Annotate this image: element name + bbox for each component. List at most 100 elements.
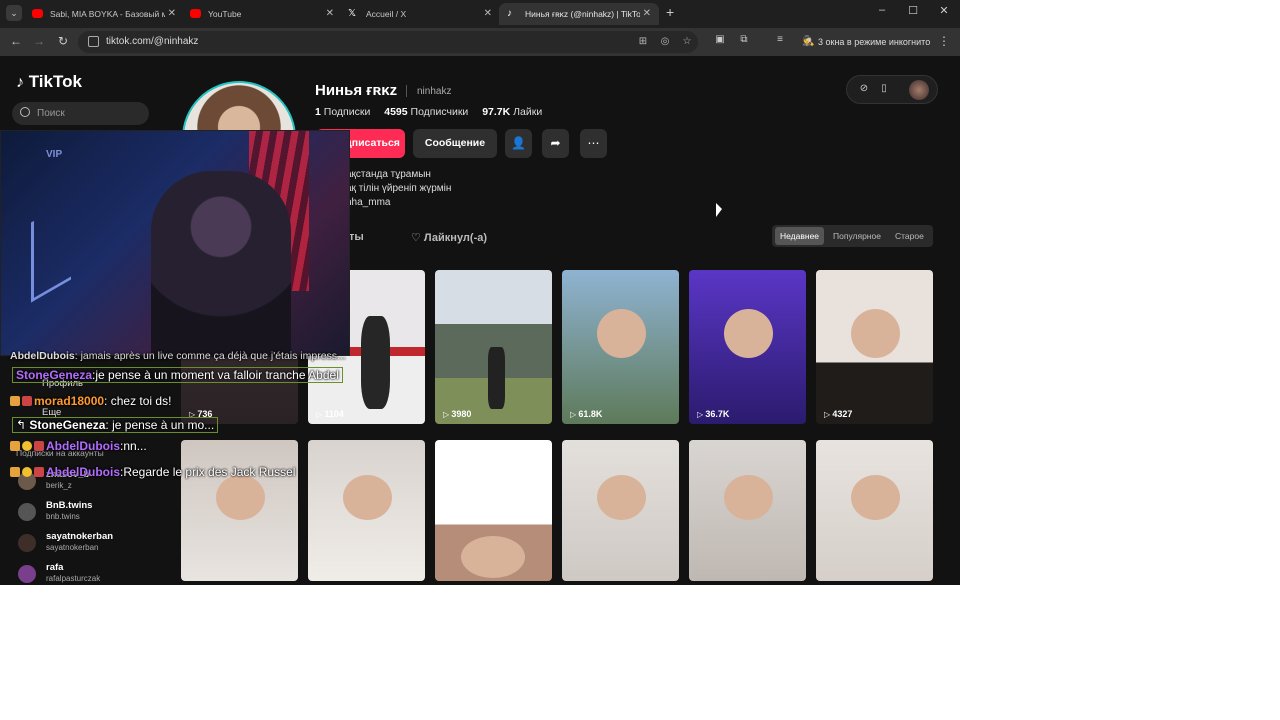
- maximize-button[interactable]: ☐: [903, 4, 923, 17]
- youtube-icon: [32, 9, 43, 18]
- bio-line: ақ тілін үйреніп жүрмін: [346, 183, 452, 194]
- divider: [406, 85, 407, 97]
- bookmark-star-icon[interactable]: ☆: [680, 36, 694, 47]
- heart-badge-icon: [34, 467, 44, 477]
- video-preview: [216, 475, 266, 521]
- video-preview: [724, 308, 774, 358]
- video-preview: [851, 475, 901, 521]
- sort-recent[interactable]: Недавнее: [775, 227, 825, 245]
- chat-message: AbdelDubois: jamais après un live comme …: [10, 350, 346, 362]
- incognito-indicator[interactable]: 3 окна в режиме инкогнито: [800, 32, 930, 52]
- bio-line: ақстанда тұрамын: [346, 169, 431, 180]
- close-icon[interactable]: ✕: [484, 3, 492, 25]
- puzzle-icon[interactable]: ⧉: [736, 34, 752, 45]
- sort-oldest[interactable]: Старое: [890, 227, 929, 245]
- video-thumbnail[interactable]: 4327: [816, 270, 933, 424]
- tab-title: YouTube: [208, 9, 242, 19]
- video-thumbnail[interactable]: 61.8K: [562, 270, 679, 424]
- video-preview: [343, 475, 393, 521]
- video-thumbnail[interactable]: [562, 440, 679, 581]
- video-preview: [597, 475, 647, 521]
- video-thumbnail[interactable]: [181, 440, 298, 581]
- account-handle: rafalpasturczak: [46, 574, 101, 583]
- reading-list-icon[interactable]: ≡: [772, 34, 788, 45]
- sort-popular[interactable]: Популярное: [828, 227, 886, 245]
- back-icon[interactable]: ←: [8, 34, 24, 48]
- url-text[interactable]: tiktok.com/@ninhakz: [106, 31, 198, 53]
- video-thumbnail[interactable]: [308, 440, 425, 581]
- crown-badge-icon: [10, 396, 20, 406]
- tab-youtube[interactable]: YouTube ✕: [182, 3, 342, 25]
- video-thumbnail[interactable]: 3980: [435, 270, 552, 424]
- extension-icon[interactable]: ▣: [712, 34, 728, 45]
- tab-x[interactable]: 𝕏 Accueil / X ✕: [340, 3, 500, 25]
- minimize-button[interactable]: –: [872, 4, 892, 16]
- device-icon[interactable]: ▯: [877, 83, 891, 94]
- tab-liked[interactable]: ♡ Лайкнул(-а): [411, 231, 487, 244]
- site-info-icon[interactable]: [88, 36, 99, 47]
- close-icon[interactable]: ✕: [326, 3, 334, 25]
- user-avatar[interactable]: [909, 80, 929, 100]
- tab-title: Sabi, MIA BOYKA - Базовый м: [50, 9, 165, 19]
- following-stat[interactable]: 1 Подписки: [315, 106, 370, 118]
- x-logo-icon: 𝕏: [348, 8, 357, 19]
- chat-message: AbdelDubois:Regarde le prix des Jack Rus…: [10, 465, 295, 479]
- video-thumbnail[interactable]: [689, 440, 806, 581]
- sidebar-account[interactable]: sayatnokerban sayatnokerban: [16, 531, 176, 557]
- more-options-icon[interactable]: ⋯: [580, 129, 607, 158]
- tracking-eye-icon[interactable]: ◎: [658, 36, 672, 47]
- chat-user: morad18000: [34, 394, 105, 408]
- add-friend-icon[interactable]: 👤: [505, 129, 532, 158]
- sort-segmented-control: Недавнее Популярное Старое: [772, 225, 933, 247]
- close-icon[interactable]: ✕: [168, 3, 176, 25]
- video-preview: [360, 316, 390, 409]
- browser-window: ⌄ Sabi, MIA BOYKA - Базовый м ✕ YouTube …: [0, 0, 960, 585]
- avatar: [18, 565, 36, 583]
- tab-liked-label: Лайкнул(-а): [423, 232, 488, 244]
- tab-videos[interactable]: ты: [349, 231, 364, 243]
- chat-user: StoneGeneza: [16, 368, 93, 382]
- forward-icon[interactable]: →: [31, 34, 47, 48]
- followers-stat[interactable]: 4595 Подписчики: [384, 106, 468, 118]
- tab-search-icon[interactable]: ⌄: [6, 5, 22, 21]
- close-icon[interactable]: ✕: [643, 3, 651, 25]
- tab-tiktok[interactable]: ♪ Нинья ғʀᴋᴢ (@ninhakz) | TikTok ✕: [499, 3, 659, 25]
- video-preview: [851, 308, 901, 358]
- tab-bar: ⌄ Sabi, MIA BOYKA - Базовый м ✕ YouTube …: [0, 0, 960, 28]
- logo-text: TikTok: [28, 72, 82, 91]
- bio-line[interactable]: nha_mma: [346, 196, 451, 210]
- video-thumbnail[interactable]: [816, 440, 933, 581]
- close-window-button[interactable]: ✕: [934, 4, 954, 17]
- view-count: 1104: [316, 409, 344, 419]
- search-placeholder: Поиск: [37, 108, 65, 119]
- compass-icon[interactable]: ⊘: [857, 83, 871, 94]
- account-handle: sayatnokerban: [46, 543, 99, 552]
- menu-dots-icon[interactable]: ⋮: [936, 34, 952, 48]
- camera-sign-text: VIP: [46, 149, 63, 160]
- view-count: 3980: [443, 409, 471, 419]
- tab-sabi[interactable]: Sabi, MIA BOYKA - Базовый м ✕: [24, 3, 184, 25]
- chat-text: je pense à un mo...: [112, 418, 215, 432]
- translate-icon[interactable]: ⊞: [636, 36, 650, 47]
- tiktok-logo[interactable]: ♪ TikTok: [16, 72, 82, 92]
- search-input[interactable]: Поиск: [12, 102, 149, 125]
- account-handle: bnb.twins: [46, 512, 80, 521]
- video-thumbnail[interactable]: [435, 440, 552, 581]
- video-thumbnail[interactable]: 36.7K: [689, 270, 806, 424]
- likes-stat: 97.7K Лайки: [482, 106, 543, 118]
- profile-stats: 1 Подписки 4595 Подписчики 97.7K Лайки: [315, 106, 553, 118]
- coin-badge-icon: [22, 467, 32, 477]
- sidebar-account[interactable]: rafa rafalpasturczak: [16, 562, 176, 585]
- reply-arrow-icon: ↰: [16, 418, 30, 432]
- share-icon[interactable]: ➦: [542, 129, 569, 158]
- lock-icon: ♡: [411, 232, 424, 244]
- new-tab-button[interactable]: +: [666, 4, 674, 20]
- sidebar-account[interactable]: BnB.twins bnb.twins: [16, 500, 176, 526]
- reload-icon[interactable]: ↻: [55, 34, 71, 48]
- address-bar[interactable]: tiktok.com/@ninhakz ⊞ ◎ ☆: [78, 31, 698, 53]
- profile-display-name: Нинья ғʀᴋᴢ: [315, 82, 398, 99]
- crown-badge-icon: [10, 467, 20, 477]
- chat-message: morad18000: chez toi ds!: [10, 394, 171, 408]
- message-button[interactable]: Сообщение: [413, 129, 497, 158]
- chat-user: AbdelDubois: [46, 439, 120, 453]
